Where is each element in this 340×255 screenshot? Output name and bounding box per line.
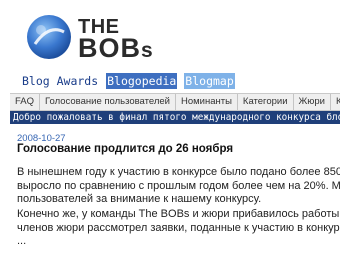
paragraph-line: ... <box>17 235 27 247</box>
nav-blog-awards[interactable]: Blog Awards <box>21 73 99 89</box>
post-title[interactable]: Голосование продлится до 26 ноября <box>17 143 233 155</box>
paragraph-line: членов жюри рассмотрел заявки, поданные … <box>17 221 340 234</box>
paragraph-line: Конечно же, у команды The BOBs и жюри пр… <box>17 208 340 220</box>
tab-categories[interactable]: Категории <box>238 94 294 110</box>
nav-blogopedia[interactable]: Blogopedia <box>106 73 178 89</box>
logo-text-bob: BOB <box>78 33 141 63</box>
logo-text-s: s <box>141 39 154 62</box>
logo-text-bobs: BOBs <box>78 33 154 64</box>
tab-user-voting[interactable]: Голосование пользователей <box>40 94 176 110</box>
welcome-banner: Добро пожаловать в финал пятого междунар… <box>10 111 340 124</box>
tab-jury[interactable]: Жюри <box>294 94 331 110</box>
paragraph-line: выросло по сравнению с прошлым годом бол… <box>17 179 340 192</box>
tab-nominees[interactable]: Номинанты <box>176 94 238 110</box>
tab-faq[interactable]: FAQ <box>10 94 41 110</box>
bobs-logo-icon[interactable] <box>26 14 72 60</box>
section-tabs: FAQ Голосование пользователей Номинанты Кат… <box>10 93 340 111</box>
post-paragraph-1: В нынешнем году к участию в конкурсе был… <box>17 166 340 207</box>
top-nav: Blog Awards Blogopedia Blogmap <box>21 73 235 89</box>
paragraph-line: В нынешнем году к участию в конкурсе был… <box>17 166 340 178</box>
site-header: THE BOBs <box>0 0 340 70</box>
tab-criteria[interactable]: Крит <box>331 94 340 110</box>
post-paragraph-2: Конечно же, у команды The BOBs и жюри пр… <box>17 208 340 249</box>
paragraph-line: пользователей за внимание к нашему конку… <box>17 193 262 205</box>
nav-blogmap[interactable]: Blogmap <box>184 73 235 89</box>
